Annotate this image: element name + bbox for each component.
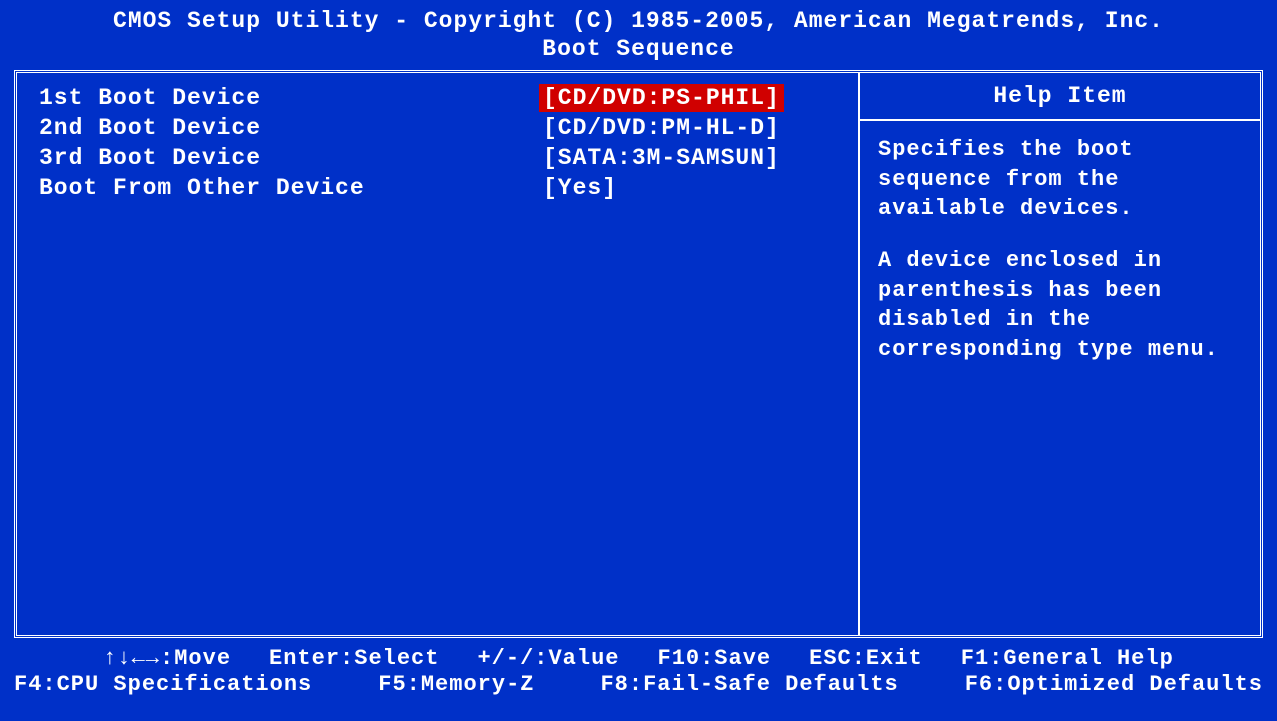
help-body: Specifies the boot sequence from the ava… bbox=[860, 121, 1260, 401]
setting-value[interactable]: [SATA:3M-SAMSUN] bbox=[539, 144, 784, 172]
key-save: F10:Save bbox=[658, 646, 772, 671]
setting-value[interactable]: [Yes] bbox=[539, 174, 621, 202]
setting-value[interactable]: [CD/DVD:PS-PHIL] bbox=[539, 84, 784, 112]
key-legend-line-1: ↑↓←→:Move Enter:Select +/-/:Value F10:Sa… bbox=[14, 646, 1263, 671]
page-title: Boot Sequence bbox=[0, 36, 1277, 62]
key-optimized: F6:Optimized Defaults bbox=[965, 672, 1263, 697]
help-paragraph-1: Specifies the boot sequence from the ava… bbox=[878, 135, 1242, 224]
key-failsafe: F8:Fail-Safe Defaults bbox=[600, 672, 898, 697]
boot-device-2-row[interactable]: 2nd Boot Device [CD/DVD:PM-HL-D] bbox=[39, 113, 840, 142]
key-value: +/-/:Value bbox=[477, 646, 619, 671]
key-move: ↑↓←→:Move bbox=[103, 646, 231, 671]
key-cpu-spec: F4:CPU Specifications bbox=[14, 672, 312, 697]
setting-value[interactable]: [CD/DVD:PM-HL-D] bbox=[539, 114, 784, 142]
key-memory-z: F5:Memory-Z bbox=[378, 672, 534, 697]
key-legend-line-2: F4:CPU Specifications F5:Memory-Z F8:Fai… bbox=[14, 672, 1263, 697]
setting-label: 2nd Boot Device bbox=[39, 115, 539, 141]
key-exit: ESC:Exit bbox=[809, 646, 923, 671]
help-title: Help Item bbox=[860, 73, 1260, 121]
help-panel: Help Item Specifies the boot sequence fr… bbox=[860, 73, 1260, 635]
key-legend: ↑↓←→:Move Enter:Select +/-/:Value F10:Sa… bbox=[0, 644, 1277, 697]
copyright-line: CMOS Setup Utility - Copyright (C) 1985-… bbox=[0, 8, 1277, 34]
setting-label: 1st Boot Device bbox=[39, 85, 539, 111]
setting-label: 3rd Boot Device bbox=[39, 145, 539, 171]
settings-panel: 1st Boot Device [CD/DVD:PS-PHIL] 2nd Boo… bbox=[17, 73, 860, 635]
help-paragraph-2: A device enclosed in parenthesis has bee… bbox=[878, 246, 1242, 365]
boot-from-other-row[interactable]: Boot From Other Device [Yes] bbox=[39, 173, 840, 202]
setting-label: Boot From Other Device bbox=[39, 175, 539, 201]
key-help: F1:General Help bbox=[961, 646, 1174, 671]
bios-header: CMOS Setup Utility - Copyright (C) 1985-… bbox=[0, 0, 1277, 66]
boot-device-3-row[interactable]: 3rd Boot Device [SATA:3M-SAMSUN] bbox=[39, 143, 840, 172]
main-frame: 1st Boot Device [CD/DVD:PS-PHIL] 2nd Boo… bbox=[14, 70, 1263, 638]
boot-device-1-row[interactable]: 1st Boot Device [CD/DVD:PS-PHIL] bbox=[39, 83, 840, 112]
key-select: Enter:Select bbox=[269, 646, 439, 671]
